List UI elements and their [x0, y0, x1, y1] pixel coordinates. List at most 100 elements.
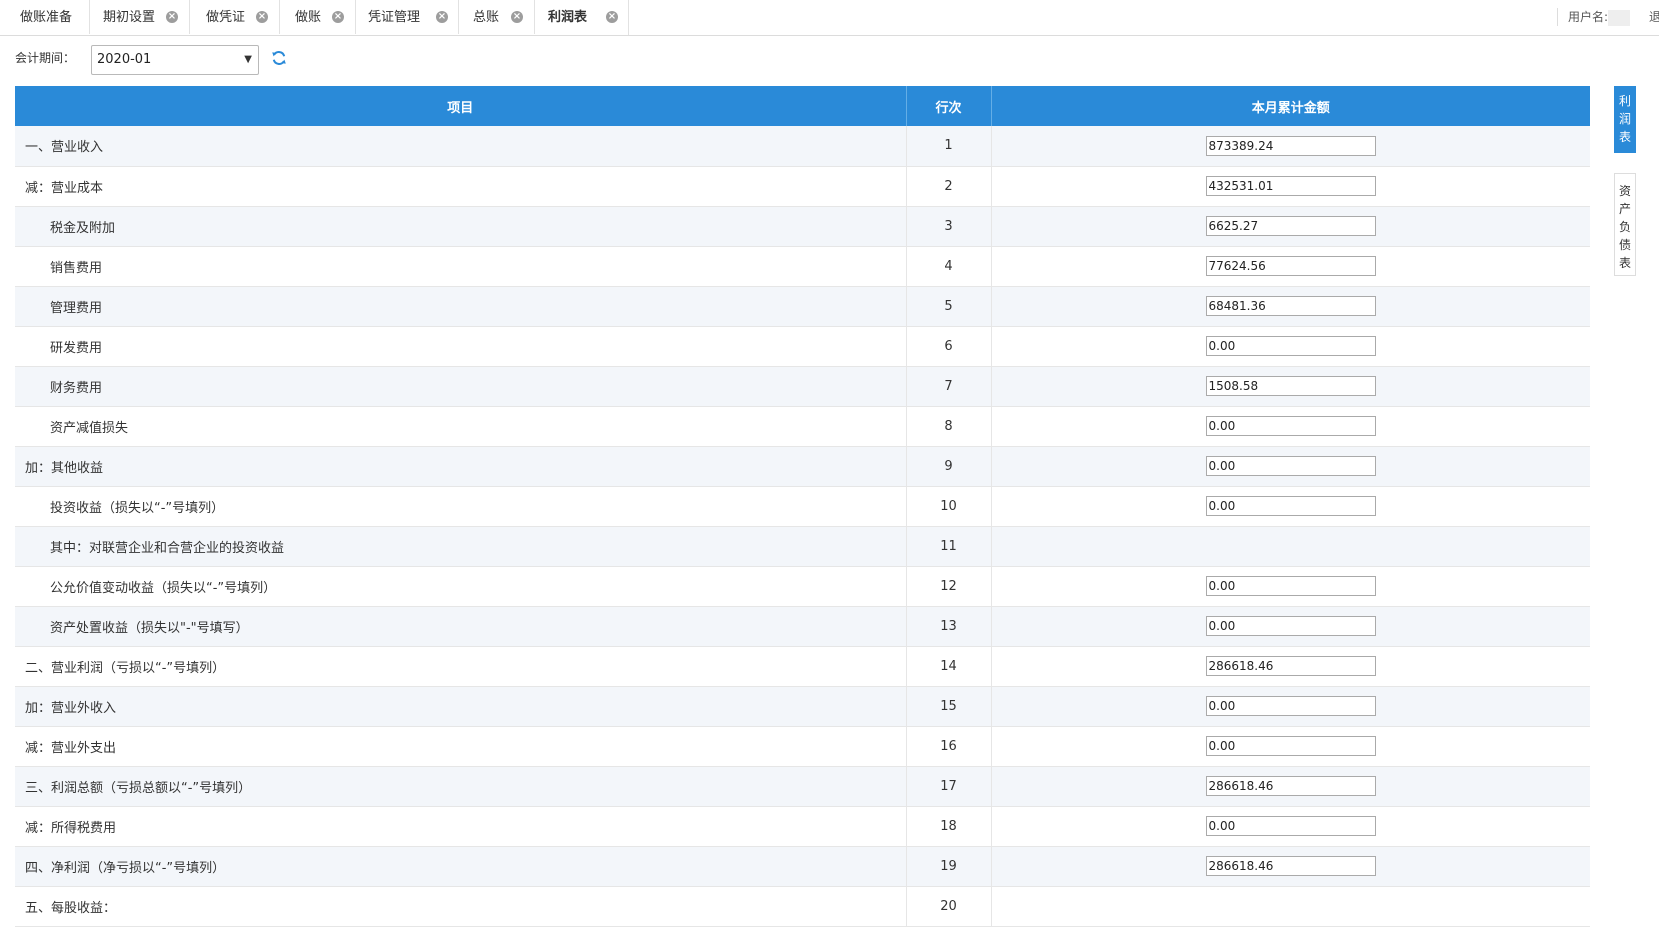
table-row: 资产减值损失 8 [15, 406, 1590, 447]
tab-prepare[interactable]: 做账准备 [0, 0, 90, 34]
table-row: 公允价值变动收益（损失以“-”号填列） 12 [15, 566, 1590, 607]
amount-input[interactable] [1205, 856, 1376, 876]
table-row: 二、营业利润（亏损以“-”号填列） 14 [15, 646, 1590, 687]
row-item-name: 研发费用 [15, 326, 907, 367]
side-tabs: 利润表 资产负债表 [1614, 86, 1636, 276]
chevron-down-icon: ▼ [244, 54, 252, 65]
row-amount-cell [991, 526, 1590, 567]
row-amount-cell [991, 126, 1590, 167]
amount-input[interactable] [1205, 176, 1376, 196]
tab-label: 利润表 [548, 10, 588, 25]
table-row: 资产处置收益（损失以"-"号填写） 13 [15, 606, 1590, 647]
table-header: 项目 行次 本月累计金额 [15, 86, 1590, 126]
row-line-number: 2 [906, 166, 992, 207]
amount-input[interactable] [1205, 576, 1376, 596]
logout-link[interactable]: 退 [1649, 8, 1659, 26]
row-item-name: 公允价值变动收益（损失以“-”号填列） [15, 566, 907, 607]
row-line-number: 5 [906, 286, 992, 327]
row-item-name: 减：营业外支出 [15, 726, 907, 767]
row-amount-cell [991, 486, 1590, 527]
row-line-number: 13 [906, 606, 992, 647]
table-row: 三、利润总额（亏损总额以“-”号填列） 17 [15, 766, 1590, 807]
amount-input[interactable] [1205, 696, 1376, 716]
row-amount-cell [991, 446, 1590, 487]
close-icon[interactable] [166, 11, 178, 23]
tab-label: 做账准备 [20, 10, 73, 25]
row-amount-cell [991, 806, 1590, 847]
amount-input[interactable] [1205, 296, 1376, 316]
row-item-name: 财务费用 [15, 366, 907, 407]
amount-input[interactable] [1205, 496, 1376, 516]
side-tab-balance-sheet[interactable]: 资产负债表 [1614, 173, 1636, 276]
tab-income-statement[interactable]: 利润表 [535, 0, 629, 35]
close-icon[interactable] [511, 11, 523, 23]
amount-input[interactable] [1205, 256, 1376, 276]
tab-voucher-management[interactable]: 凭证管理 [356, 0, 459, 34]
username-mask [1608, 9, 1631, 26]
amount-input[interactable] [1205, 736, 1376, 756]
row-item-name: 五、每股收益： [15, 886, 907, 927]
row-item-name: 四、净利润（净亏损以“-”号填列） [15, 846, 907, 887]
refresh-icon[interactable] [271, 50, 287, 66]
tab-label: 期初设置 [103, 10, 156, 25]
income-statement-table: 项目 行次 本月累计金额 一、营业收入1减：营业成本2税金及附加3销售费用4管理… [15, 86, 1590, 937]
row-line-number: 3 [906, 206, 992, 247]
row-line-number: 19 [906, 846, 992, 887]
row-amount-cell [991, 726, 1590, 767]
row-amount-cell [991, 406, 1590, 447]
table-row: 减：所得税费用 18 [15, 806, 1590, 847]
tab-bookkeeping[interactable]: 做账 [280, 0, 356, 34]
close-icon[interactable] [606, 11, 618, 23]
table-row: 其中：对联营企业和合营企业的投资收益 11 [15, 526, 1590, 567]
row-line-number: 9 [906, 446, 992, 487]
close-icon[interactable] [332, 11, 344, 23]
row-line-number: 15 [906, 686, 992, 727]
row-amount-cell [991, 686, 1590, 727]
tab-label: 总账 [473, 10, 500, 25]
row-line-number: 14 [906, 646, 992, 687]
period-select[interactable]: 2020-01 ▼ [91, 45, 259, 75]
row-item-name: 加：营业外收入 [15, 686, 907, 727]
tab-general-ledger[interactable]: 总账 [459, 0, 535, 34]
amount-input[interactable] [1205, 416, 1376, 436]
row-line-number: 7 [906, 366, 992, 407]
row-item-name: 加：其他收益 [15, 446, 907, 487]
side-tab-income-statement[interactable]: 利润表 [1614, 86, 1636, 153]
row-item-name: 二、营业利润（亏损以“-”号填列） [15, 646, 907, 687]
amount-input[interactable] [1205, 816, 1376, 836]
row-amount-cell [991, 606, 1590, 647]
row-item-name: 减：营业成本 [15, 166, 907, 207]
row-line-number: 1 [906, 126, 992, 167]
amount-input[interactable] [1205, 376, 1376, 396]
row-line-number: 17 [906, 766, 992, 807]
tab-make-voucher[interactable]: 做凭证 [190, 0, 280, 34]
amount-input[interactable] [1205, 656, 1376, 676]
table-row: 加：营业外收入 15 [15, 686, 1590, 727]
row-item-name: 减：所得税费用 [15, 806, 907, 847]
row-amount-cell [991, 566, 1590, 607]
amount-input[interactable] [1205, 135, 1376, 156]
row-line-number: 11 [906, 526, 992, 567]
row-line-number: 18 [906, 806, 992, 847]
table-row: 投资收益（损失以“-”号填列） 10 [15, 486, 1590, 527]
close-icon[interactable] [436, 11, 448, 23]
amount-input[interactable] [1205, 776, 1376, 796]
row-item-name: 其中：对联营企业和合营企业的投资收益 [15, 526, 907, 567]
row-amount-cell [991, 886, 1590, 927]
row-line-number: 4 [906, 246, 992, 287]
amount-input[interactable] [1205, 216, 1376, 236]
side-tab-label: 利润表 [1618, 94, 1631, 144]
amount-input[interactable] [1205, 616, 1376, 636]
amount-input[interactable] [1205, 456, 1376, 476]
user-info: 用户名: [1557, 8, 1631, 26]
tab-label: 凭证管理 [368, 10, 421, 25]
close-icon[interactable] [256, 11, 268, 23]
row-item-name: 一、营业收入 [15, 126, 907, 167]
period-label: 会计期间： [15, 51, 76, 65]
tab-opening-settings[interactable]: 期初设置 [90, 0, 190, 34]
amount-input[interactable] [1205, 336, 1376, 356]
period-value: 2020-01 [97, 52, 152, 67]
row-amount-cell [991, 286, 1590, 327]
row-item-name: 三、利润总额（亏损总额以“-”号填列） [15, 766, 907, 807]
table-row: 销售费用 4 [15, 246, 1590, 287]
